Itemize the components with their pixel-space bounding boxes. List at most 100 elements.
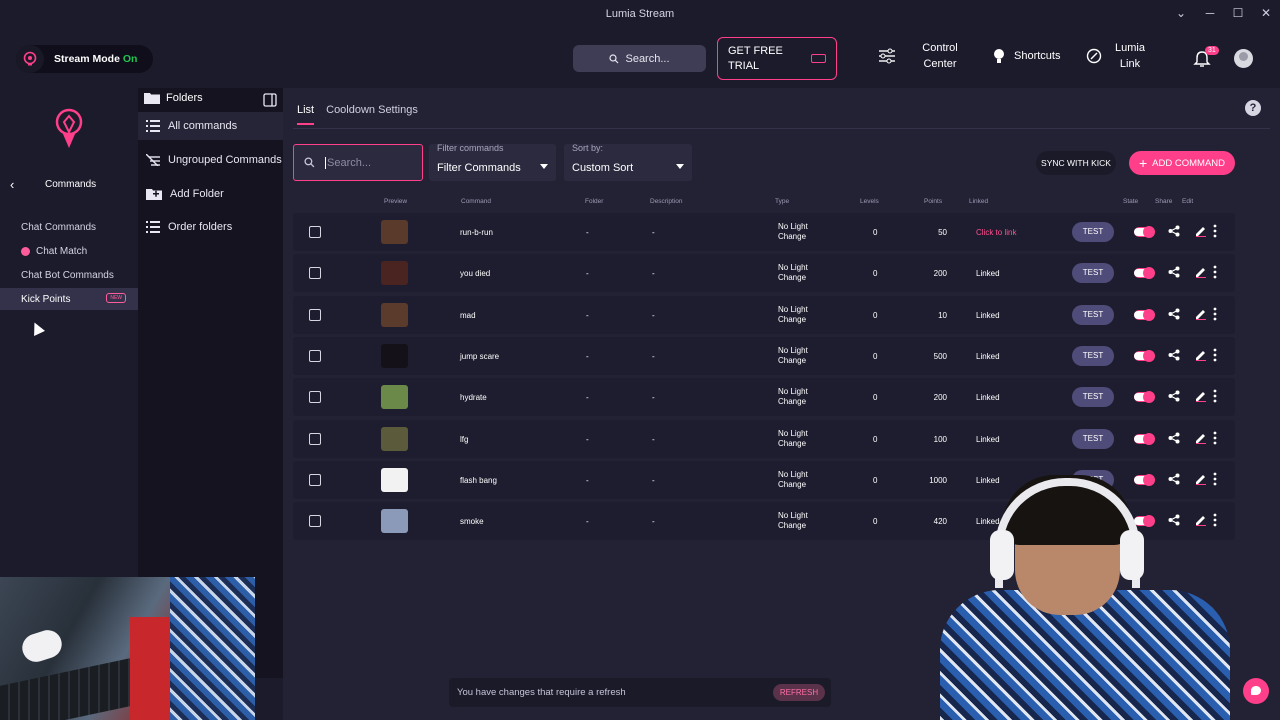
type-cell: No Light Change bbox=[778, 263, 808, 283]
folder-label: Order folders bbox=[168, 221, 233, 233]
row-checkbox[interactable] bbox=[309, 432, 321, 445]
more-options-icon[interactable] bbox=[1213, 307, 1217, 323]
state-toggle[interactable] bbox=[1134, 432, 1155, 445]
folder-cell: - bbox=[586, 434, 589, 444]
more-options-icon[interactable] bbox=[1213, 224, 1217, 240]
type-cell: No Light Change bbox=[778, 470, 808, 490]
state-toggle[interactable] bbox=[1134, 349, 1155, 362]
command-search-input[interactable]: Search... bbox=[293, 144, 423, 181]
close-button[interactable]: ✕ bbox=[1252, 6, 1280, 20]
help-icon[interactable]: ? bbox=[1245, 100, 1261, 116]
row-checkbox[interactable] bbox=[309, 349, 321, 362]
nav-item-chat-commands[interactable]: Chat Commands bbox=[0, 216, 138, 238]
row-checkbox[interactable] bbox=[309, 308, 321, 321]
lumia-link-button[interactable]: Lumia Link bbox=[1086, 40, 1146, 72]
table-row[interactable]: hydrate - - No Light Change 0 200 Linked TEST bbox=[293, 378, 1235, 417]
edit-icon[interactable] bbox=[1195, 390, 1207, 404]
table-row[interactable]: run-b-run - - No Light Change 0 50 Click to lin… bbox=[293, 213, 1235, 251]
state-toggle[interactable] bbox=[1134, 391, 1155, 404]
back-chevron-icon[interactable]: ‹ bbox=[10, 177, 14, 192]
preview-thumbnail bbox=[381, 426, 408, 451]
more-options-icon[interactable] bbox=[1213, 265, 1217, 281]
command-name: mad bbox=[460, 310, 476, 320]
no-folder-icon bbox=[146, 154, 160, 166]
preview-thumbnail bbox=[381, 467, 408, 492]
filter-value: Filter Commands bbox=[437, 162, 521, 174]
table-row[interactable]: mad - - No Light Change 0 10 Linked TEST bbox=[293, 295, 1235, 334]
minimize-button[interactable]: ─ bbox=[1196, 6, 1224, 20]
state-toggle[interactable] bbox=[1134, 308, 1155, 321]
chevron-down-icon[interactable]: ⌄ bbox=[1167, 6, 1195, 20]
levels-cell: 0 bbox=[873, 228, 878, 237]
add-command-button[interactable]: + ADD COMMAND bbox=[1129, 151, 1235, 175]
test-button[interactable]: TEST bbox=[1072, 387, 1114, 408]
add-folder-button[interactable]: Add Folder bbox=[138, 180, 283, 208]
share-icon[interactable] bbox=[1168, 349, 1180, 363]
table-row[interactable]: lfg - - No Light Change 0 100 Linked TEST bbox=[293, 419, 1235, 458]
test-button[interactable]: TEST bbox=[1072, 428, 1114, 449]
share-icon[interactable] bbox=[1168, 390, 1180, 404]
list-icon bbox=[146, 120, 160, 132]
edit-icon[interactable] bbox=[1195, 432, 1207, 446]
share-icon[interactable] bbox=[1168, 225, 1180, 239]
table-row[interactable]: you died - - No Light Change 0 200 Linked TEST bbox=[293, 254, 1235, 293]
sync-with-kick-button[interactable]: SYNC WITH KICK bbox=[1036, 151, 1116, 175]
notifications-button[interactable]: 31 bbox=[1193, 46, 1219, 73]
collapse-panel-icon[interactable] bbox=[263, 93, 277, 112]
edit-icon[interactable] bbox=[1195, 349, 1207, 363]
row-checkbox[interactable] bbox=[309, 515, 321, 528]
refresh-button[interactable]: REFRESH bbox=[773, 684, 825, 701]
share-icon[interactable] bbox=[1168, 432, 1180, 446]
search-icon bbox=[304, 157, 315, 168]
webcam-overlay-left bbox=[0, 577, 255, 720]
more-options-icon[interactable] bbox=[1213, 389, 1217, 405]
order-folders-button[interactable]: Order folders bbox=[138, 213, 283, 241]
folder-ungrouped-commands[interactable]: Ungrouped Commands bbox=[138, 146, 283, 174]
shortcuts-button[interactable]: Shortcuts bbox=[992, 48, 1060, 64]
chat-bubble-icon[interactable] bbox=[1243, 678, 1269, 704]
share-icon[interactable] bbox=[1168, 308, 1180, 322]
folder-all-commands[interactable]: All commands bbox=[138, 112, 283, 140]
test-button[interactable]: TEST bbox=[1072, 222, 1114, 242]
lumia-logo-icon bbox=[16, 45, 44, 73]
sort-by-select[interactable]: Sort by: Custom Sort bbox=[564, 143, 692, 181]
nav-item-chat-match[interactable]: Chat Match bbox=[0, 240, 138, 262]
share-icon[interactable] bbox=[1168, 266, 1180, 280]
command-name: smoke bbox=[460, 517, 484, 527]
more-options-icon[interactable] bbox=[1213, 431, 1217, 447]
test-button[interactable]: TEST bbox=[1072, 345, 1114, 366]
test-button[interactable]: TEST bbox=[1072, 263, 1114, 284]
edit-icon[interactable] bbox=[1195, 266, 1207, 280]
more-options-icon[interactable] bbox=[1213, 348, 1217, 364]
edit-icon[interactable] bbox=[1195, 225, 1207, 239]
row-checkbox[interactable] bbox=[309, 226, 321, 238]
test-button[interactable]: TEST bbox=[1072, 304, 1114, 325]
sort-value: Custom Sort bbox=[572, 162, 634, 174]
maximize-button[interactable]: ☐ bbox=[1224, 6, 1252, 20]
avatar[interactable] bbox=[1234, 49, 1253, 68]
linked-cell: Linked bbox=[976, 393, 1000, 403]
free-trial-button[interactable]: GET FREE TRIAL bbox=[717, 37, 837, 80]
column-edit: Edit bbox=[1182, 198, 1194, 205]
sort-label: Sort by: bbox=[572, 143, 604, 153]
filter-commands-select[interactable]: Filter commands Filter Commands bbox=[429, 143, 556, 181]
row-checkbox[interactable] bbox=[309, 391, 321, 404]
edit-icon[interactable] bbox=[1195, 308, 1207, 322]
type-cell: No Light Change bbox=[778, 346, 808, 366]
state-toggle[interactable] bbox=[1134, 267, 1155, 280]
row-checkbox[interactable] bbox=[309, 473, 321, 486]
type-line: No Light bbox=[778, 511, 808, 521]
type-line: No Light bbox=[778, 469, 808, 479]
description-cell: - bbox=[652, 351, 655, 361]
stream-mode-toggle[interactable]: Stream Mode On bbox=[16, 45, 153, 73]
control-center-button[interactable]: Control Center bbox=[878, 40, 960, 72]
linked-cell[interactable]: Click to link bbox=[976, 228, 1016, 237]
row-checkbox[interactable] bbox=[309, 267, 321, 280]
state-toggle[interactable] bbox=[1134, 226, 1155, 238]
nav-item-kick-points[interactable]: Kick Points NEW bbox=[0, 288, 138, 310]
nav-item-chat-bot-commands[interactable]: Chat Bot Commands bbox=[0, 264, 138, 286]
table-row[interactable]: jump scare - - No Light Change 0 500 Linked TEST bbox=[293, 336, 1235, 375]
global-search-button[interactable]: Search... bbox=[573, 45, 706, 72]
tab-list[interactable]: List bbox=[297, 104, 315, 125]
tab-cooldown-settings[interactable]: Cooldown Settings bbox=[326, 104, 418, 125]
